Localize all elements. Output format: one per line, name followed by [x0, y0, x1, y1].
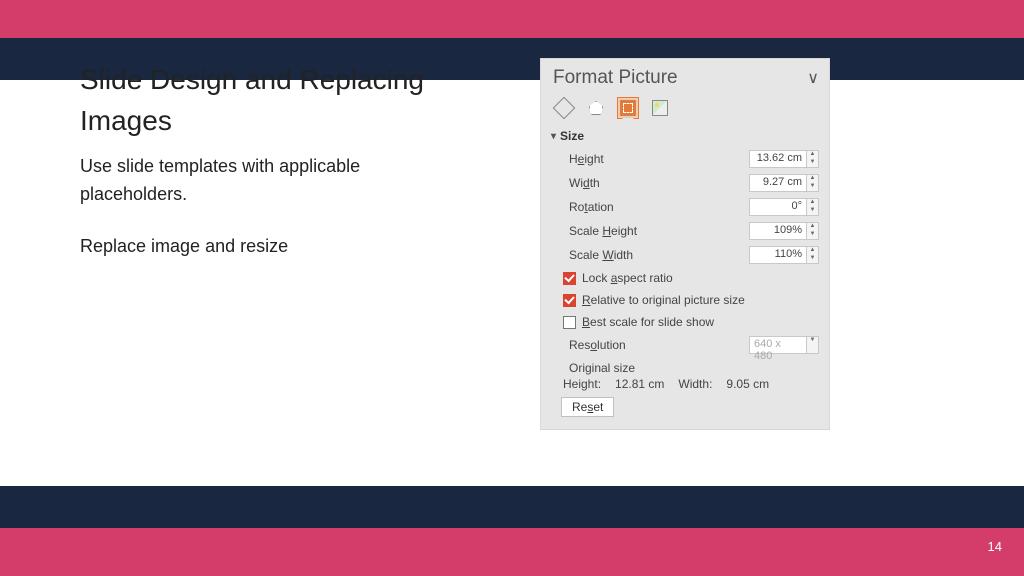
scale-height-label: Scale Height — [569, 224, 749, 238]
spin-down-icon[interactable]: ▼ — [807, 183, 818, 191]
rotation-label: Rotation — [569, 200, 749, 214]
scale-height-row: Scale Height 109% ▲▼ — [551, 219, 819, 243]
tab-fill[interactable] — [553, 97, 575, 119]
rotation-spinner[interactable]: 0° ▲▼ — [749, 198, 819, 216]
best-scale-label: Best scale for slide show — [582, 315, 714, 329]
resolution-row: Resolution 640 x 480 ▼ — [551, 333, 819, 357]
width-row: Width 9.27 cm ▲▼ — [551, 171, 819, 195]
width-spin-arrows[interactable]: ▲▼ — [807, 174, 819, 192]
original-size-label: Original size — [551, 357, 819, 377]
spin-up-icon[interactable]: ▲ — [807, 247, 818, 255]
reset-row: Reset — [551, 391, 819, 419]
slide-body: Slide Design and Replacing Images Use sl… — [80, 60, 450, 285]
scale-width-value[interactable]: 110% — [749, 246, 807, 264]
original-size-values: Height: 12.81 cm Width: 9.05 cm — [551, 377, 819, 391]
best-scale-row: Best scale for slide show — [551, 311, 819, 333]
slide-title: Slide Design and Replacing Images — [80, 60, 450, 141]
scale-width-spinner[interactable]: 110% ▲▼ — [749, 246, 819, 264]
orig-width-label: Width: — [678, 377, 712, 391]
panel-tab-row — [551, 97, 819, 123]
orig-height-value: 12.81 cm — [615, 377, 664, 391]
panel-header: Format Picture ∨ — [551, 65, 819, 97]
orig-height-label: Height: — [563, 377, 601, 391]
scale-width-label: Scale Width — [569, 248, 749, 262]
scale-width-row: Scale Width 110% ▲▼ — [551, 243, 819, 267]
height-spin-arrows[interactable]: ▲▼ — [807, 150, 819, 168]
width-value[interactable]: 9.27 cm — [749, 174, 807, 192]
relative-size-checkbox[interactable] — [563, 294, 576, 307]
rotation-spin-arrows[interactable]: ▲▼ — [807, 198, 819, 216]
section-size-header[interactable]: ▾ Size — [551, 123, 819, 147]
page-number: 14 — [988, 539, 1002, 554]
scale-width-spin-arrows[interactable]: ▲▼ — [807, 246, 819, 264]
chevron-down-icon: ▼ — [807, 337, 818, 353]
relative-size-label: Relative to original picture size — [582, 293, 745, 307]
spin-up-icon[interactable]: ▲ — [807, 199, 818, 207]
height-row: Height 13.62 cm ▲▼ — [551, 147, 819, 171]
fill-icon — [553, 97, 576, 120]
width-label: Width — [569, 176, 749, 190]
resolution-dropdown: 640 x 480 ▼ — [749, 336, 819, 354]
spin-down-icon[interactable]: ▼ — [807, 159, 818, 167]
picture-icon — [652, 100, 668, 116]
best-scale-checkbox[interactable] — [563, 316, 576, 329]
panel-collapse-button[interactable]: ∨ — [807, 68, 819, 88]
tab-size-properties[interactable] — [617, 97, 639, 119]
top-swoosh-pink — [0, 0, 1024, 38]
scale-height-spin-arrows[interactable]: ▲▼ — [807, 222, 819, 240]
slide-para-2: Replace image and resize — [80, 233, 450, 261]
tab-picture[interactable] — [649, 97, 671, 119]
lock-aspect-checkbox[interactable] — [563, 272, 576, 285]
panel-title: Format Picture — [553, 67, 678, 89]
reset-button[interactable]: Reset — [561, 397, 614, 417]
section-size-label: Size — [560, 129, 584, 143]
spin-up-icon[interactable]: ▲ — [807, 223, 818, 231]
width-spinner[interactable]: 9.27 cm ▲▼ — [749, 174, 819, 192]
dropdown-arrow: ▼ — [807, 336, 819, 354]
spin-up-icon[interactable]: ▲ — [807, 175, 818, 183]
lock-aspect-label: Lock aspect ratio — [582, 271, 673, 285]
tab-effects[interactable] — [585, 97, 607, 119]
scale-height-spinner[interactable]: 109% ▲▼ — [749, 222, 819, 240]
resolution-label: Resolution — [569, 338, 749, 352]
rotation-row: Rotation 0° ▲▼ — [551, 195, 819, 219]
height-value[interactable]: 13.62 cm — [749, 150, 807, 168]
slide-para-1: Use slide templates with applicable plac… — [80, 153, 450, 209]
height-label: Height — [569, 152, 749, 166]
size-properties-icon — [620, 100, 636, 116]
spin-down-icon[interactable]: ▼ — [807, 255, 818, 263]
height-spinner[interactable]: 13.62 cm ▲▼ — [749, 150, 819, 168]
scale-height-value[interactable]: 109% — [749, 222, 807, 240]
lock-aspect-row: Lock aspect ratio — [551, 267, 819, 289]
spin-down-icon[interactable]: ▼ — [807, 207, 818, 215]
section-chevron-icon: ▾ — [551, 131, 556, 142]
rotation-value[interactable]: 0° — [749, 198, 807, 216]
effects-icon — [589, 101, 603, 115]
spin-up-icon[interactable]: ▲ — [807, 151, 818, 159]
relative-size-row: Relative to original picture size — [551, 289, 819, 311]
bottom-swoosh-pink — [0, 528, 1024, 576]
format-picture-panel: Format Picture ∨ ▾ Size Height 13.62 cm … — [540, 58, 830, 430]
spin-down-icon[interactable]: ▼ — [807, 231, 818, 239]
resolution-value: 640 x 480 — [749, 336, 807, 354]
orig-width-value: 9.05 cm — [726, 377, 769, 391]
